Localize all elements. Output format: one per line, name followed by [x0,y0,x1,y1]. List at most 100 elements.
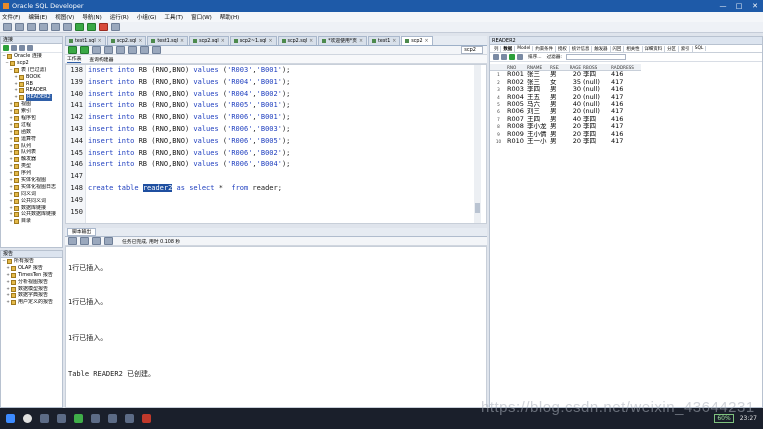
tree-item[interactable]: + 触发器 [1,156,62,163]
expand-toggle-icon[interactable]: + [9,136,13,143]
code-line[interactable]: insert into RB (RNO,BNO) values ('R003',… [88,65,468,77]
menu-file[interactable]: 文件(F) [2,13,20,21]
result-tab[interactable]: 约束条件 [533,45,556,52]
table-cell[interactable]: 李四 [527,86,550,93]
close-tab-icon[interactable]: × [392,37,396,46]
start-icon[interactable] [6,414,15,423]
table-cell[interactable]: 20 [559,123,583,130]
table-cell[interactable]: 416 [611,101,641,108]
expand-toggle-icon[interactable]: + [9,198,13,205]
expand-toggle-icon[interactable]: + [9,149,13,156]
code-line[interactable] [88,207,468,219]
code-line[interactable]: create table reader2 as select * from re… [88,183,468,195]
tree-item[interactable]: + 目录 [1,218,62,225]
tree-item[interactable]: + 数据模型报告 [1,286,62,293]
editor-tab[interactable]: scp2~1.sql × [229,36,277,45]
editor-tab[interactable]: test1 × [368,36,401,46]
table-cell[interactable]: 417 [611,138,641,145]
table-cell[interactable]: R009 [507,131,527,138]
undo-icon[interactable] [51,23,60,31]
table-cell[interactable]: 20 [559,138,583,145]
column-header[interactable]: RNAME [527,64,550,70]
table-cell[interactable]: (null) [583,86,611,93]
expand-toggle-icon[interactable]: + [9,108,13,115]
table-cell[interactable]: 王一小 [527,138,550,145]
expand-toggle-icon[interactable]: + [9,211,13,218]
browser-icon[interactable] [91,414,100,423]
table-cell[interactable]: (null) [583,101,611,108]
tree-item[interactable]: + 分析视图报告 [1,279,62,286]
tree-item[interactable]: − scp2 [1,60,62,67]
table-cell[interactable]: 王五 [527,94,550,101]
tree-item[interactable]: + 公共同义词 [1,198,62,205]
editor-tab[interactable]: scp2.sql × [277,36,318,45]
scrollbar-thumb[interactable] [475,203,480,213]
table-cell[interactable]: (null) [583,108,611,115]
tree-item[interactable]: + 视图 [1,101,62,108]
table-row[interactable]: 3 R003 李四男 30 (null) 416 [490,86,641,93]
expand-toggle-icon[interactable]: − [2,258,6,265]
table-cell[interactable]: 李四 [583,131,611,138]
data-grid[interactable]: RNORNAMERSEXRAGERBOSSRADDRESS1R001张三男20李… [490,64,641,145]
menu-run[interactable]: 运行(R) [110,13,129,21]
table-cell[interactable]: 20 [559,131,583,138]
menu-view[interactable]: 视图(V) [55,13,74,21]
expand-toggle-icon[interactable]: + [9,177,13,184]
add-connection-icon[interactable] [3,45,9,51]
tree-item[interactable]: + READER2 [1,94,62,102]
table-row[interactable]: 2 R002 张三女 35 (null) 417 [490,79,641,86]
result-tab[interactable]: SQL [693,46,707,51]
table-cell[interactable]: 20 [559,94,583,101]
save-output-icon[interactable] [92,237,101,245]
tree-item[interactable]: + 程序包 [1,115,62,122]
table-cell[interactable]: 417 [611,108,641,115]
column-header[interactable]: RSEX [550,64,559,70]
expand-toggle-icon[interactable]: + [9,205,13,212]
table-cell[interactable]: R008 [507,123,527,130]
result-tab[interactable]: 统计信息 [570,45,593,52]
tree-item[interactable]: − Oracle 连接 [1,53,62,60]
close-tab-icon[interactable]: × [138,37,142,46]
tree-item[interactable]: + 过程 [1,122,62,129]
save-all-icon[interactable] [39,23,48,31]
result-tab[interactable]: 列 [492,45,502,52]
stop-icon[interactable] [99,23,108,31]
code-line[interactable]: insert into RB (RNO,BNO) values ('R006',… [88,148,468,160]
table-cell[interactable]: R002 [507,79,527,86]
autotrace-icon[interactable] [128,46,137,54]
tree-item[interactable]: + 函数 [1,129,62,136]
table-cell[interactable]: R004 [507,94,527,101]
table-cell[interactable]: (null) [583,94,611,101]
table-cell[interactable]: 女 [550,79,559,86]
editor-tab[interactable]: scp2.sql × [189,36,229,45]
table-cell[interactable]: R005 [507,101,527,108]
table-row[interactable]: 1 R001 张三男 20 李四 416 [490,71,641,78]
table-cell[interactable]: 416 [611,116,641,123]
table-cell[interactable]: 男 [550,131,559,138]
table-cell[interactable]: 416 [611,86,641,93]
table-row[interactable]: 5 R005 马六男 40 (null) 416 [490,101,641,108]
delete-row-icon[interactable] [517,54,523,60]
result-tab[interactable]: 数据 [501,45,516,52]
code-line[interactable]: insert into RB (RNO,BNO) values ('R005',… [88,100,468,112]
tree-item[interactable]: − 表 (已过滤) [1,67,62,74]
sort-action[interactable]: 排序... [528,54,542,60]
table-cell[interactable]: 417 [611,94,641,101]
close-tab-icon[interactable]: × [359,37,363,46]
schema-browser-icon[interactable] [27,45,33,51]
wechat-icon[interactable] [74,414,83,423]
clock[interactable]: 23:27 [740,415,757,422]
tree-item[interactable]: + 数据库链接 [1,205,62,212]
table-cell[interactable]: 417 [611,79,641,86]
editor-tab[interactable]: scp2 × [401,36,433,45]
expand-toggle-icon[interactable]: + [6,265,10,272]
table-cell[interactable]: 刘三 [527,108,550,115]
close-button[interactable]: ✕ [747,2,763,10]
table-cell[interactable]: 李四 [583,116,611,123]
expand-toggle-icon[interactable]: + [6,286,10,293]
insert-row-icon[interactable] [509,54,515,60]
menu-tools[interactable]: 工具(T) [164,13,183,21]
table-cell[interactable]: 张三 [527,71,550,78]
tree-item[interactable]: + 用户定义的报告 [1,299,62,306]
expand-toggle-icon[interactable]: + [9,115,13,122]
